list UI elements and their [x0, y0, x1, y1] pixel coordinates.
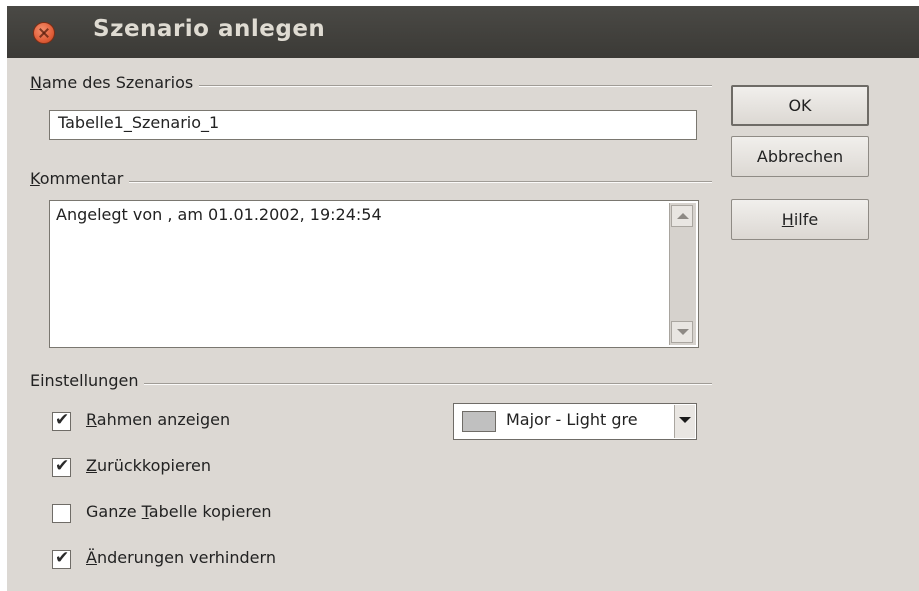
- copy-back-label[interactable]: Zurückkopieren: [86, 456, 211, 475]
- border-color-value: Major - Light gre: [506, 410, 638, 429]
- dropdown-arrow-button[interactable]: [674, 405, 695, 438]
- show-border-checkbox[interactable]: ✔: [52, 410, 71, 431]
- scroll-up-button[interactable]: [671, 205, 693, 227]
- show-border-label[interactable]: Rahmen anzeigen: [86, 410, 230, 429]
- chevron-down-icon: [679, 417, 691, 423]
- name-section-label: Name des Szenarios: [30, 73, 200, 92]
- scenario-dialog: Szenario anlegen Name des Szenarios Tabe…: [7, 6, 919, 591]
- comment-section-label: Kommentar: [30, 169, 130, 188]
- title-bar: Szenario anlegen: [7, 6, 919, 58]
- scroll-down-button[interactable]: [671, 321, 693, 343]
- dialog-title: Szenario anlegen: [93, 16, 326, 42]
- scenario-name-input[interactable]: Tabelle1_Szenario_1: [49, 110, 697, 140]
- comment-section-divider: [30, 181, 712, 183]
- checkmark-icon: ✔: [55, 456, 70, 476]
- close-icon[interactable]: [33, 22, 55, 44]
- help-button[interactable]: Hilfe: [731, 199, 869, 240]
- chevron-down-icon: [677, 329, 689, 335]
- name-section: Name des Szenarios: [30, 73, 712, 95]
- comment-textarea[interactable]: Angelegt von , am 01.01.2002, 19:24:54: [49, 200, 699, 348]
- color-swatch: [462, 411, 496, 432]
- checkmark-icon: ✔: [55, 548, 70, 568]
- checkmark-icon: ✔: [55, 410, 70, 430]
- settings-section: Einstellungen: [30, 371, 712, 393]
- comment-text: Angelegt von , am 01.01.2002, 19:24:54: [56, 205, 382, 224]
- prevent-changes-checkbox[interactable]: ✔: [52, 548, 71, 569]
- copy-entire-sheet-label[interactable]: Ganze Tabelle kopieren: [86, 502, 272, 521]
- comment-section: Kommentar: [30, 169, 712, 191]
- settings-section-label: Einstellungen: [30, 371, 145, 390]
- ok-button[interactable]: OK: [731, 85, 869, 126]
- comment-scrollbar[interactable]: [669, 203, 696, 345]
- chevron-up-icon: [677, 213, 689, 219]
- copy-back-checkbox[interactable]: ✔: [52, 456, 71, 477]
- prevent-changes-label[interactable]: Änderungen verhindern: [86, 548, 276, 567]
- cancel-button[interactable]: Abbrechen: [731, 136, 869, 177]
- border-color-dropdown[interactable]: Major - Light gre: [453, 403, 697, 440]
- copy-entire-sheet-checkbox[interactable]: [52, 504, 71, 523]
